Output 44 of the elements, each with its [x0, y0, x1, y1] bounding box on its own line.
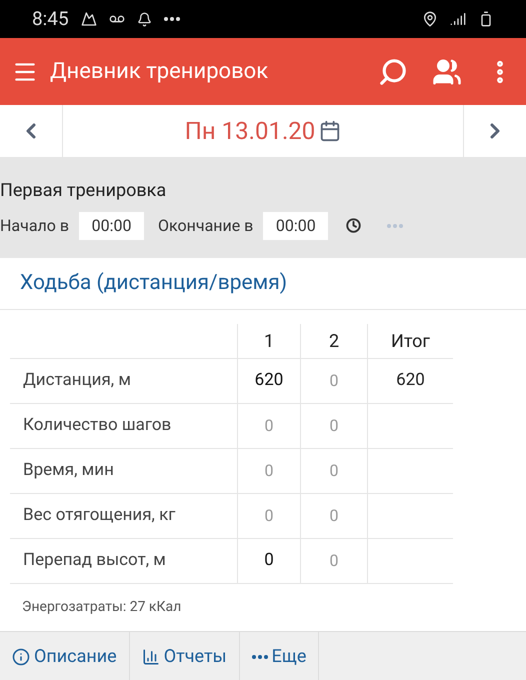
clock-time: 8:45 — [32, 6, 69, 32]
column-header: 1 — [237, 324, 300, 358]
value-cell[interactable]: 0 — [237, 449, 300, 493]
info-icon — [12, 648, 30, 666]
value-cell[interactable]: 620 — [237, 359, 300, 403]
value-cell[interactable]: 0 — [300, 494, 367, 538]
value-cell[interactable]: 0 — [300, 449, 367, 493]
date-text[interactable]: Пн 13.01.20 — [184, 113, 316, 149]
more-icon — [252, 654, 268, 658]
chart-icon — [142, 648, 160, 666]
end-label: Окончание в — [158, 214, 254, 236]
app-title: Дневник тренировок — [50, 58, 268, 86]
mountain-icon — [80, 11, 97, 27]
value-cell[interactable]: 0 — [237, 404, 300, 448]
signal-icon — [450, 11, 466, 27]
column-header: 2 — [300, 324, 367, 358]
workout-title: Первая тренировка — [0, 178, 168, 202]
row-label: Время, мин — [22, 459, 115, 482]
bottom-tab[interactable]: Еще — [240, 632, 320, 680]
value-cell[interactable]: 0 — [300, 539, 367, 583]
value-cell[interactable]: 0 — [237, 494, 300, 538]
start-label: Начало в — [0, 214, 70, 236]
total-cell: 620 — [367, 359, 453, 403]
value-cell[interactable]: 0 — [237, 539, 300, 583]
bell-icon — [136, 12, 152, 26]
column-header: Итог — [367, 324, 453, 358]
bottom-tab[interactable]: Отчеты — [130, 632, 240, 680]
row-label: Вес отягощения, кг — [22, 504, 176, 528]
calendar-icon[interactable] — [319, 120, 342, 142]
bottom-tab[interactable]: Описание — [0, 632, 130, 680]
search-icon[interactable] — [378, 56, 408, 86]
more-icon — [164, 17, 180, 21]
value-cell[interactable]: 0 — [300, 359, 367, 403]
exercise-title[interactable]: Ходьба (дистанция/время) — [20, 268, 288, 300]
row-label: Перепад высот, м — [22, 549, 167, 572]
end-time-field[interactable]: 00:00 — [263, 212, 328, 240]
energy-text: Энергозатраты: 27 кКал — [22, 598, 182, 617]
clock-icon[interactable] — [346, 218, 362, 233]
location-icon — [422, 11, 438, 27]
row-label: Дистанция, м — [22, 369, 132, 392]
people-icon[interactable] — [432, 56, 462, 86]
start-time-field[interactable]: 00:00 — [79, 212, 144, 240]
row-label: Количество шагов — [22, 414, 172, 438]
value-cell[interactable]: 0 — [300, 404, 367, 448]
